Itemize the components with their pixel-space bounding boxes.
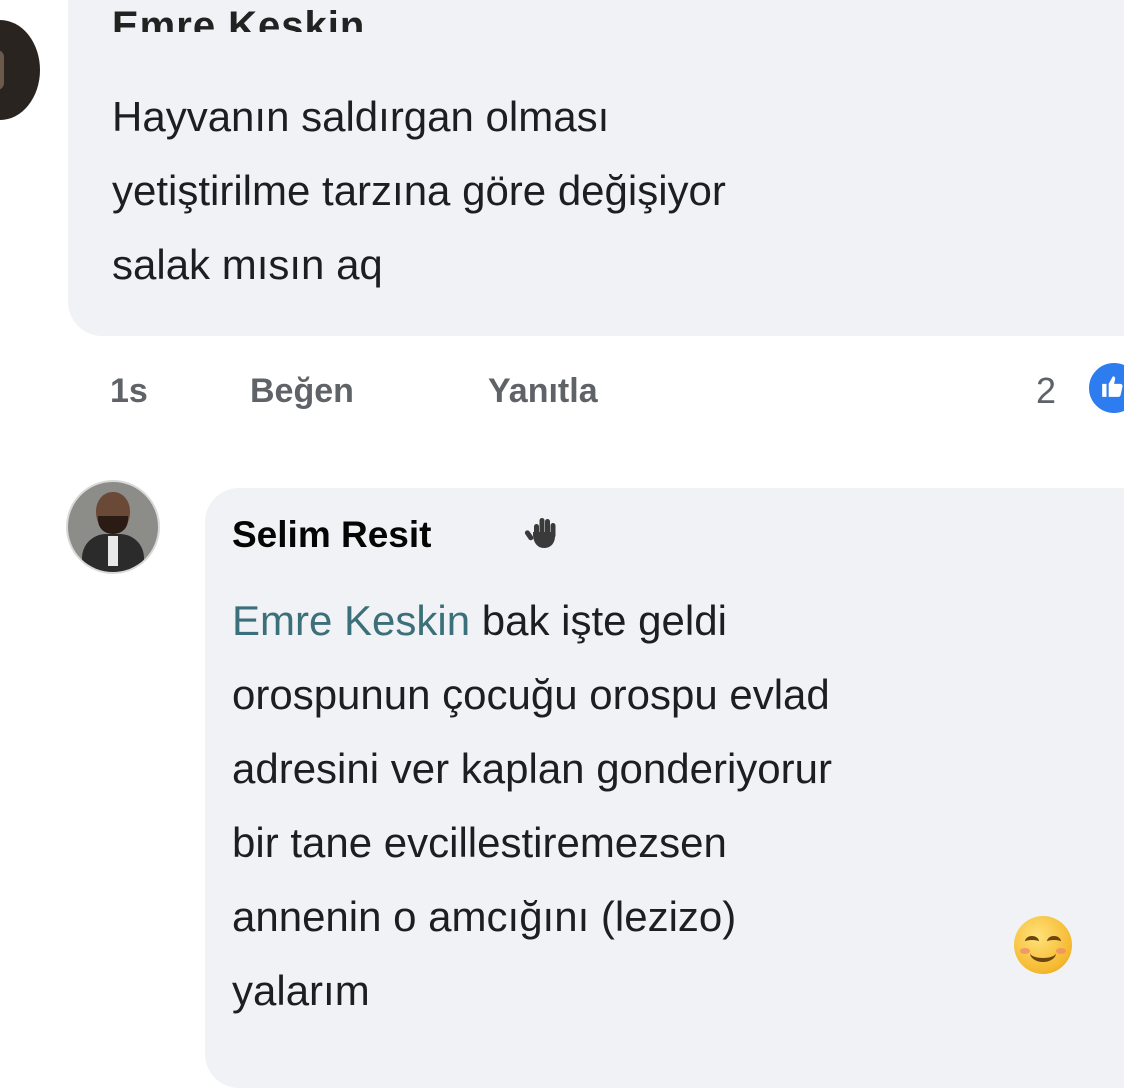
avatar-beard xyxy=(98,516,128,534)
comment-line: bir tane evcillestiremezsen xyxy=(232,819,727,866)
reply-button[interactable]: Yanıtla xyxy=(488,372,598,411)
comment-line: Hayvanın saldırgan olması xyxy=(112,93,610,140)
comment-author-2[interactable]: Selim Resit xyxy=(232,514,431,556)
avatar-emre[interactable] xyxy=(0,20,40,120)
reaction-count[interactable]: 2 xyxy=(1036,370,1056,412)
smiling-face-icon xyxy=(1014,916,1072,974)
comment-line: adresini ver kaplan gonderiyorur xyxy=(232,745,832,792)
comment-author-1[interactable]: Emre Keskin xyxy=(112,6,365,32)
avatar-shirt xyxy=(108,536,118,566)
comment-text-2: Emre Keskin bak işte geldi orospunun çoc… xyxy=(232,584,832,1028)
comment-line-rest: bak işte geldi xyxy=(470,597,727,644)
waving-hand-icon xyxy=(524,518,556,548)
comment-timestamp[interactable]: 1s xyxy=(110,372,148,411)
comment-line: yetiştirilme tarzına göre değişiyor xyxy=(112,167,726,214)
comment-line: yalarım xyxy=(232,967,370,1014)
comment-line: Emre Keskin bak işte geldi xyxy=(232,584,832,658)
comment-line: annenin o amcığını (lezizo) xyxy=(232,893,737,940)
comment-line: salak mısın aq xyxy=(112,241,383,288)
mention-link[interactable]: Emre Keskin xyxy=(232,597,470,644)
comment-line: orospunun çocuğu orospu evlad xyxy=(232,671,830,718)
like-icon[interactable] xyxy=(1086,360,1124,416)
like-button[interactable]: Beğen xyxy=(250,372,354,411)
avatar-selim[interactable] xyxy=(66,480,160,574)
comment-text-1: Hayvanın saldırgan olması yetiştirilme t… xyxy=(112,80,726,302)
